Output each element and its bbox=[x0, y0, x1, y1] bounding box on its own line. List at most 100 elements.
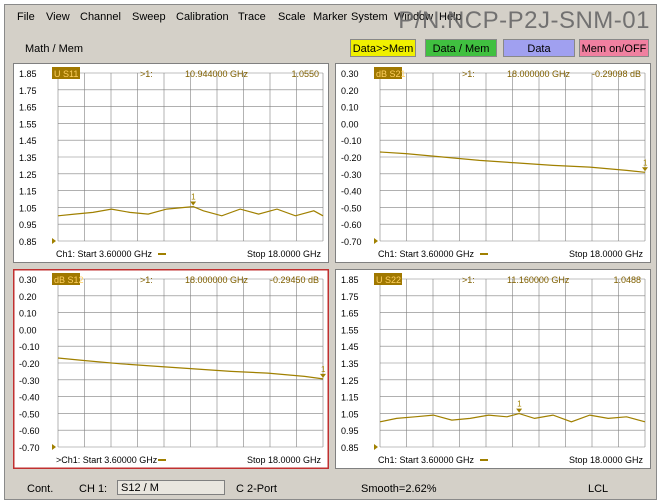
y-tick-label: 1.75 bbox=[19, 86, 37, 96]
marker-number: 1 bbox=[643, 158, 648, 167]
math-mem-label: Math / Mem bbox=[25, 43, 84, 55]
marker-value: 1.0488 bbox=[613, 275, 641, 285]
y-tick-label: 0.95 bbox=[19, 220, 37, 230]
stop-frequency: Stop 18.0000 GHz bbox=[247, 455, 322, 465]
start-frequency: Ch1: Start 3.60000 GHz bbox=[378, 455, 475, 465]
menu-item-marker[interactable]: Marker bbox=[313, 11, 347, 23]
menu-item-scale[interactable]: Scale bbox=[278, 11, 306, 23]
channel-plot-2[interactable]: 0.30 0.20 0.10 0.00 -0.10 -0.20 -0.30 -0.40 -0.5… bbox=[335, 63, 651, 263]
y-tick-label: -0.70 bbox=[19, 443, 40, 453]
start-marker-bar bbox=[480, 459, 488, 461]
y-tick-label: 1.55 bbox=[341, 325, 359, 335]
y-tick-label: -0.60 bbox=[341, 220, 362, 230]
y-tick-label: 0.95 bbox=[341, 426, 359, 436]
trace-label[interactable]: dB S12 bbox=[54, 275, 84, 285]
plot-area: 1.85 1.75 1.65 1.55 1.45 1.35 1.25 1.15 1.05 0.95… bbox=[13, 63, 651, 471]
y-tick-label: 0.30 bbox=[341, 69, 359, 79]
menu-item-view[interactable]: View bbox=[46, 11, 70, 23]
trace-label[interactable]: U S22 bbox=[376, 275, 401, 285]
marker-indicator: >1: bbox=[462, 69, 475, 79]
menu-item-calibration[interactable]: Calibration bbox=[176, 11, 229, 23]
plot-frame bbox=[335, 63, 651, 263]
data-button[interactable]: Data bbox=[503, 39, 575, 57]
y-tick-label: 1.45 bbox=[341, 342, 359, 352]
mem-on-off-button[interactable]: Mem on/OFF bbox=[579, 39, 649, 57]
marker-frequency: 10.944000 GHz bbox=[185, 69, 249, 79]
remote-local-status: LCL bbox=[588, 483, 609, 495]
y-tick-label: 1.65 bbox=[19, 103, 37, 113]
plot-frame bbox=[13, 269, 329, 469]
stop-frequency: Stop 18.0000 GHz bbox=[569, 249, 644, 259]
data-div-mem-button[interactable]: Data / Mem bbox=[425, 39, 497, 57]
menu-item-system[interactable]: System bbox=[351, 11, 388, 23]
start-frequency: Ch1: Start 3.60000 GHz bbox=[378, 249, 475, 259]
app-window: File View Channel Sweep Calibration Trace Scal… bbox=[4, 4, 657, 500]
y-tick-label: 0.20 bbox=[19, 292, 37, 302]
marker-frequency: 11.160000 GHz bbox=[507, 275, 570, 285]
marker-indicator: >1: bbox=[140, 69, 153, 79]
y-tick-label: 1.05 bbox=[341, 409, 359, 419]
y-tick-label: 1.25 bbox=[19, 170, 37, 180]
marker-value: -0.29450 dB bbox=[270, 275, 319, 285]
marker-indicator: >1: bbox=[140, 275, 153, 285]
y-tick-label: 0.85 bbox=[19, 237, 37, 247]
data-to-mem-button[interactable]: Data>>Mem bbox=[350, 39, 416, 57]
menu-item-channel[interactable]: Channel bbox=[80, 11, 121, 23]
y-tick-label: -0.30 bbox=[19, 376, 40, 386]
channel-plot-4[interactable]: 1.85 1.75 1.65 1.55 1.45 1.35 1.25 1.15 1.05 0.95… bbox=[335, 269, 651, 469]
trace-label[interactable]: dB S21 bbox=[376, 69, 406, 79]
toolbar: Math / Mem Data>>Mem Data / Mem Data Mem… bbox=[5, 27, 656, 65]
start-frequency: Ch1: Start 3.60000 GHz bbox=[56, 249, 153, 259]
y-tick-label: -0.50 bbox=[341, 203, 362, 213]
y-tick-label: 0.20 bbox=[341, 86, 359, 96]
menu-item-trace[interactable]: Trace bbox=[238, 11, 266, 23]
y-tick-label: -0.40 bbox=[341, 187, 362, 197]
y-tick-label: 1.45 bbox=[19, 136, 37, 146]
start-marker-bar bbox=[158, 459, 166, 461]
y-tick-label: 1.15 bbox=[19, 187, 37, 197]
marker-indicator: >1: bbox=[462, 275, 475, 285]
calibration-status: C 2-Port bbox=[236, 483, 277, 495]
marker-frequency: 18.000000 GHz bbox=[185, 275, 249, 285]
trace-label[interactable]: U S11 bbox=[54, 69, 78, 79]
y-tick-label: 1.85 bbox=[341, 275, 359, 285]
y-tick-label: -0.10 bbox=[19, 342, 40, 352]
channel-plot-3[interactable]: 0.30 0.20 0.10 0.00 -0.10 -0.20 -0.30 -0.40 -0.5… bbox=[13, 269, 329, 469]
y-tick-label: -0.40 bbox=[19, 393, 40, 403]
y-tick-label: 1.25 bbox=[341, 376, 359, 386]
y-tick-label: 1.05 bbox=[19, 203, 37, 213]
y-tick-label: 0.00 bbox=[341, 119, 359, 129]
y-tick-label: -0.30 bbox=[341, 170, 362, 180]
marker-value: 1.0550 bbox=[291, 69, 319, 79]
stop-frequency: Stop 18.0000 GHz bbox=[569, 455, 644, 465]
y-tick-label: 1.75 bbox=[341, 292, 359, 302]
y-tick-label: 1.55 bbox=[19, 119, 37, 129]
start-marker-bar bbox=[158, 253, 166, 255]
y-tick-label: 1.65 bbox=[341, 309, 359, 319]
active-trace-box[interactable]: S12 / M bbox=[117, 480, 225, 495]
y-tick-label: 1.15 bbox=[341, 393, 359, 403]
start-frequency: >Ch1: Start 3.60000 GHz bbox=[56, 455, 158, 465]
plot-frame bbox=[335, 269, 651, 469]
marker-number: 1 bbox=[517, 400, 522, 409]
menu-item-sweep[interactable]: Sweep bbox=[132, 11, 166, 23]
y-tick-label: -0.60 bbox=[19, 426, 40, 436]
y-tick-label: -0.70 bbox=[341, 237, 362, 247]
marker-number: 1 bbox=[321, 365, 326, 374]
marker-number: 1 bbox=[191, 193, 196, 202]
y-tick-label: -0.50 bbox=[19, 409, 40, 419]
sweep-mode: Cont. bbox=[27, 483, 54, 495]
y-tick-label: 1.35 bbox=[341, 359, 359, 369]
y-tick-label: 0.10 bbox=[341, 103, 359, 113]
plot-frame bbox=[13, 63, 329, 263]
marker-value: -0.29098 dB bbox=[592, 69, 641, 79]
y-tick-label: -0.20 bbox=[19, 359, 40, 369]
y-tick-label: 0.30 bbox=[19, 275, 37, 285]
channel-plot-1[interactable]: 1.85 1.75 1.65 1.55 1.45 1.35 1.25 1.15 1.05 0.95… bbox=[13, 63, 329, 263]
y-tick-label: 0.10 bbox=[19, 309, 37, 319]
stop-frequency: Stop 18.0000 GHz bbox=[247, 249, 322, 259]
status-bar: Cont. CH 1: S12 / M C 2-Port Smooth=2.62… bbox=[5, 477, 656, 499]
smoothing-status: Smooth=2.62% bbox=[361, 483, 437, 495]
start-marker-bar bbox=[480, 253, 488, 255]
menu-item-file[interactable]: File bbox=[17, 11, 35, 23]
